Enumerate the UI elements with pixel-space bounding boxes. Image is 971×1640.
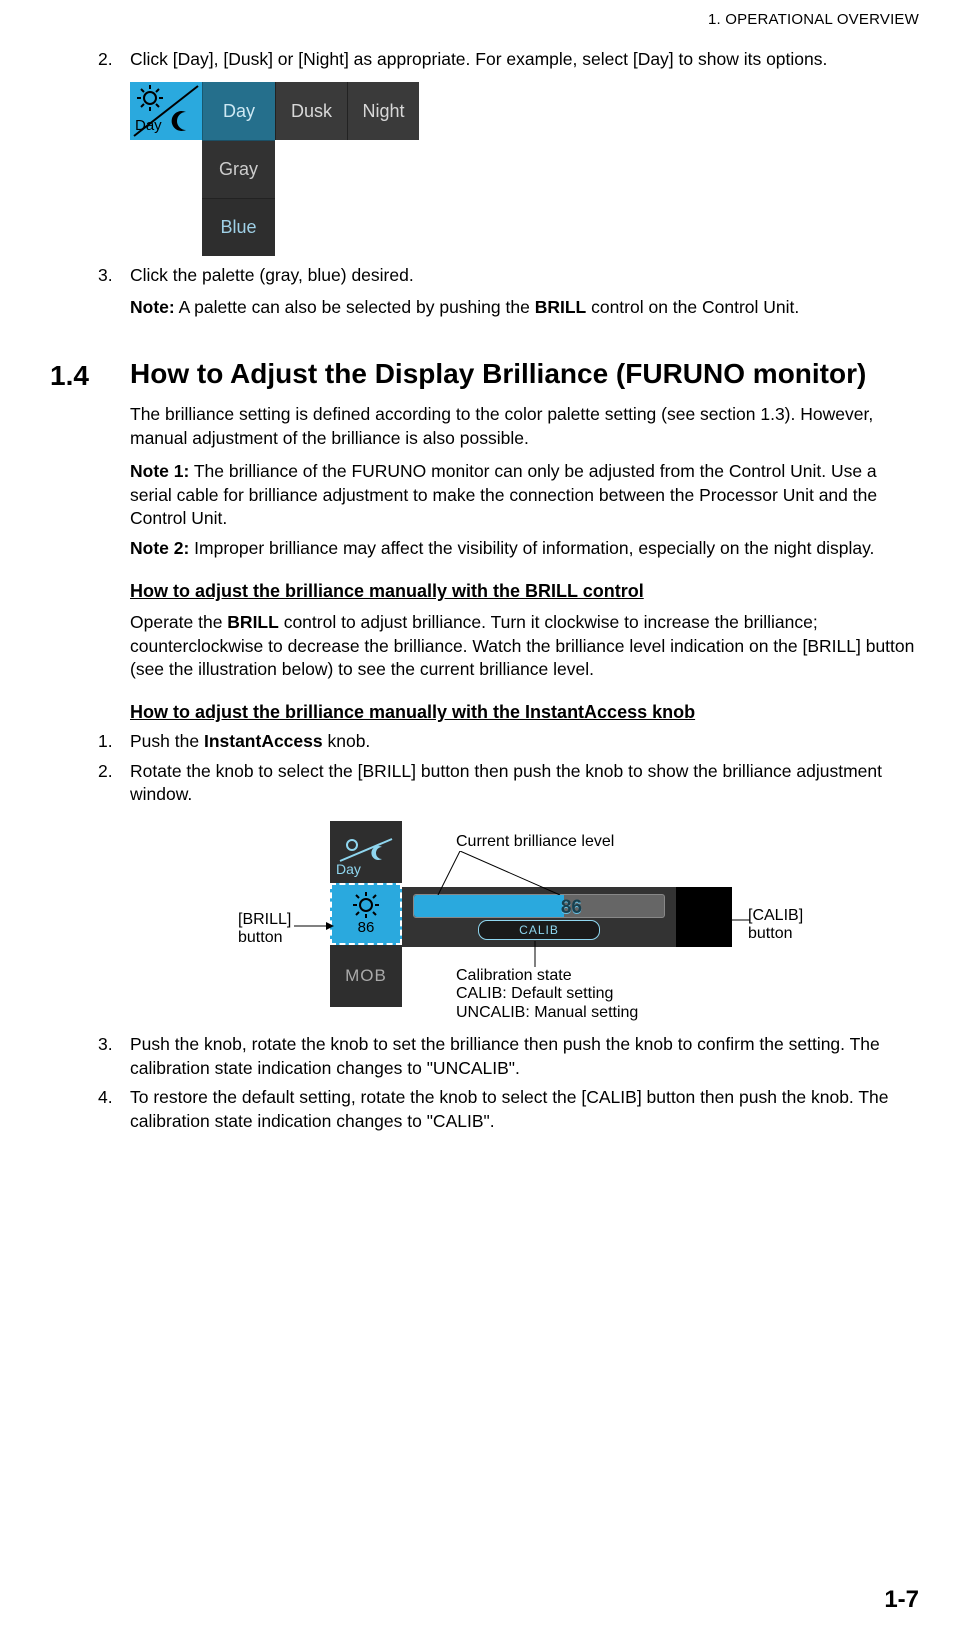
- note-text-a: A palette can also be selected by pushin…: [175, 297, 535, 317]
- fig2-day-tile: Day: [330, 821, 402, 883]
- note-text-b: control on the Control Unit.: [586, 297, 799, 317]
- step-2: 2. Click [Day], [Dusk] or [Night] as app…: [130, 48, 919, 72]
- palette-day-tile: Day: [202, 82, 275, 140]
- palette-night-tile: Night: [347, 82, 419, 140]
- brilliance-slider-panel: 86 CALIB: [402, 887, 676, 947]
- ia-step-1: 1. Push the InstantAccess knob.: [130, 730, 919, 754]
- arrow-icon: [294, 921, 334, 931]
- palette-blue-tile: Blue: [202, 198, 275, 256]
- section-title: How to Adjust the Display Brilliance (FU…: [130, 357, 919, 395]
- ia-step-3: 3. Push the knob, rotate the knob to set…: [130, 1033, 919, 1080]
- step-3-num: 3.: [98, 264, 113, 288]
- brill-value: 86: [358, 918, 375, 938]
- day-night-toggle-tile: Day: [130, 82, 202, 140]
- ia-step-4-num: 4.: [98, 1086, 113, 1110]
- fig2-day-label: Day: [336, 860, 361, 879]
- page-number: 1-7: [884, 1584, 919, 1616]
- note-1-label: Note 1:: [130, 461, 189, 481]
- subhead-instantaccess: How to adjust the brilliance manually wi…: [130, 700, 919, 724]
- step-3-text: Click the palette (gray, blue) desired.: [130, 265, 414, 285]
- suba-text-a: Operate the: [130, 612, 227, 632]
- ia-step-1-num: 1.: [98, 730, 113, 754]
- ia-step-3-text: Push the knob, rotate the knob to set th…: [130, 1034, 880, 1078]
- ann-calib-btn: [CALIB]button: [748, 907, 803, 944]
- palette-dusk-tile: Dusk: [275, 82, 347, 140]
- calib-pill: CALIB: [478, 920, 600, 940]
- note-2-text: Improper brilliance may affect the visib…: [189, 538, 874, 558]
- suba-bold: BRILL: [227, 612, 279, 632]
- brilliance-slider-value: 86: [561, 895, 582, 921]
- brilliance-adjustment-figure: Day 86 MOB: [130, 815, 919, 1033]
- running-header: 1. OPERATIONAL OVERVIEW: [50, 10, 919, 30]
- subhead-brill-control-text: Operate the BRILL control to adjust bril…: [130, 611, 919, 682]
- step-2-num: 2.: [98, 48, 113, 72]
- step-2-text: Click [Day], [Dusk] or [Night] as approp…: [130, 49, 827, 69]
- note-1: Note 1: The brilliance of the FURUNO mon…: [130, 460, 919, 531]
- palette-gray-tile: Gray: [202, 140, 275, 198]
- section-intro: The brilliance setting is defined accord…: [130, 403, 919, 450]
- note-1-text: The brilliance of the FURUNO monitor can…: [130, 461, 877, 528]
- ia-step-2: 2. Rotate the knob to select the [BRILL]…: [130, 760, 919, 807]
- ia-step-2-text: Rotate the knob to select the [BRILL] bu…: [130, 761, 882, 805]
- ia-step-3-num: 3.: [98, 1033, 113, 1057]
- ann-brill-btn: [BRILL]button: [238, 911, 291, 948]
- note-2: Note 2: Improper brilliance may affect t…: [130, 537, 919, 561]
- ann-current-level: Current brilliance level: [456, 833, 614, 851]
- note-brill-bold: BRILL: [535, 297, 587, 317]
- ia-step-1-text-a: Push the: [130, 731, 204, 751]
- ia-step-2-num: 2.: [98, 760, 113, 784]
- ia-step-4: 4. To restore the default setting, rotat…: [130, 1086, 919, 1133]
- section-number: 1.4: [50, 357, 130, 395]
- step-3: 3. Click the palette (gray, blue) desire…: [130, 264, 919, 288]
- palette-note: Note: A palette can also be selected by …: [130, 296, 919, 320]
- day-night-toggle-label: Day: [135, 116, 162, 136]
- brilliance-slider: 86: [413, 894, 665, 918]
- brill-button-tile: 86: [330, 883, 402, 945]
- ia-step-1-bold: InstantAccess: [204, 731, 323, 751]
- ia-step-4-text: To restore the default setting, rotate t…: [130, 1087, 889, 1131]
- leader-lines-icon: [430, 851, 590, 895]
- note-2-label: Note 2:: [130, 538, 189, 558]
- palette-menu-figure: Day Day Dusk Night Gray Blue: [130, 82, 433, 256]
- note-label: Note:: [130, 297, 175, 317]
- ann-calib-state: Calibration state CALIB: Default setting…: [456, 967, 638, 1022]
- subhead-brill-control: How to adjust the brilliance manually wi…: [130, 579, 919, 603]
- sun-icon: [351, 890, 381, 920]
- mob-tile: MOB: [330, 945, 402, 1007]
- leader-line-icon: [530, 941, 540, 967]
- ia-step-1-text-b: knob.: [323, 731, 371, 751]
- arrow-line-icon: [732, 915, 750, 925]
